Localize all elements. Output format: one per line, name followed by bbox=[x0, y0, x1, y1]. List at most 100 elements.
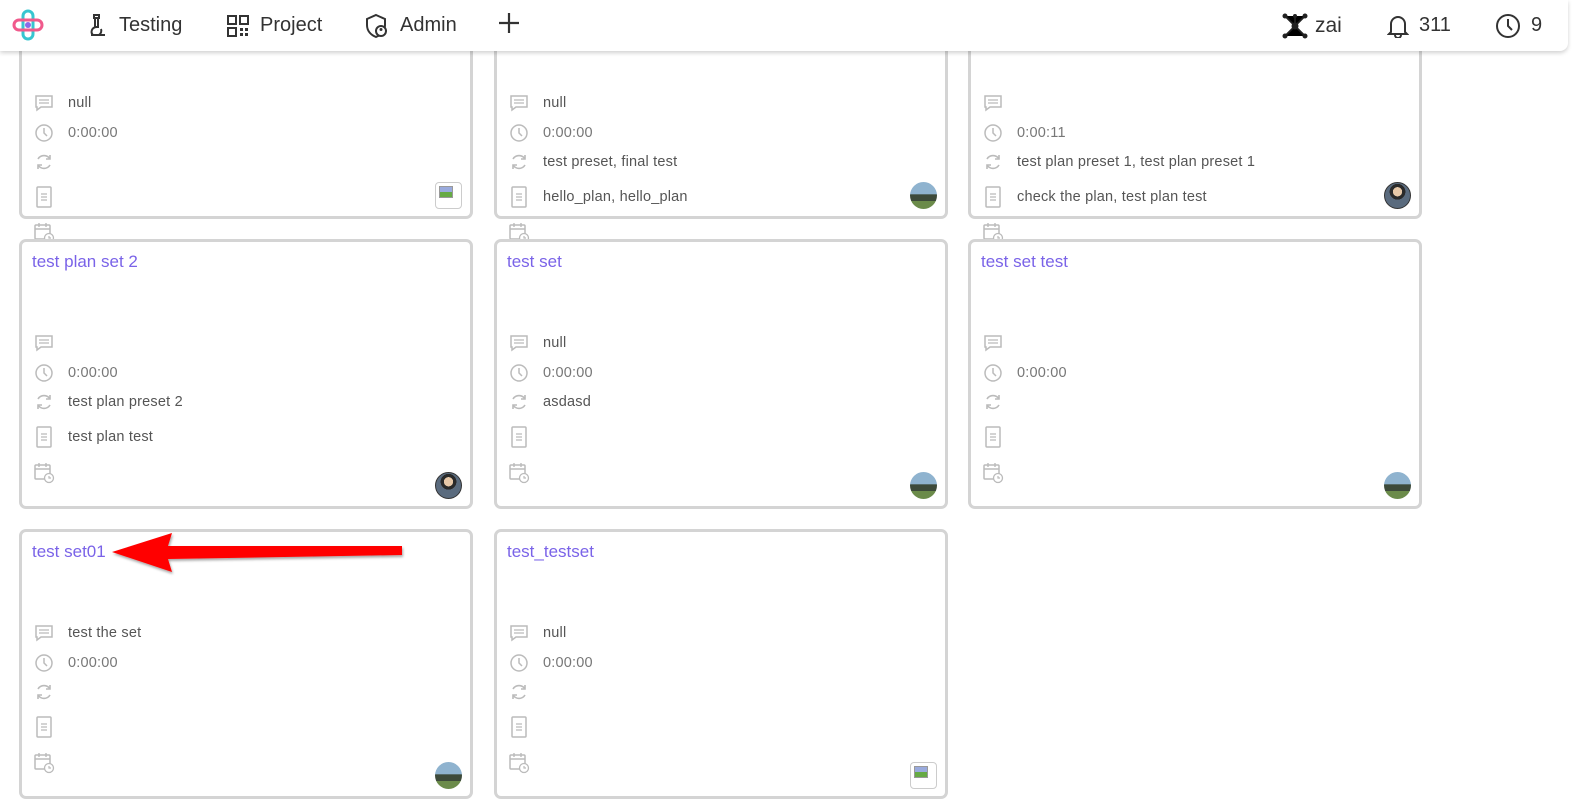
test-set-card[interactable]: test set test 0:00:00 bbox=[968, 239, 1422, 509]
description-row: null bbox=[507, 622, 566, 644]
notifications-count: 311 bbox=[1419, 14, 1451, 36]
nav-admin[interactable]: Admin bbox=[364, 0, 457, 51]
description-row: test the set bbox=[32, 622, 141, 644]
network-icon bbox=[1282, 13, 1308, 38]
timers-button[interactable]: 9 bbox=[1495, 0, 1542, 51]
nav-project[interactable]: Project bbox=[226, 0, 322, 51]
presets-row bbox=[507, 681, 543, 703]
duration-row-text: 0:00:00 bbox=[543, 365, 593, 381]
sync-icon bbox=[37, 154, 51, 170]
duration-clock-icon bbox=[510, 654, 528, 672]
plans-row: hello_plan, hello_plan bbox=[507, 186, 688, 208]
test-set-card[interactable]: test_testsetnull 0:00:00 bbox=[494, 529, 948, 799]
nav-project-label: Project bbox=[260, 14, 323, 36]
presets-row: test plan preset 1, test plan preset 1 bbox=[981, 151, 1255, 173]
duration-row-icon-wrap bbox=[32, 122, 56, 144]
plans-row bbox=[507, 426, 543, 448]
test-set-title[interactable]: test_testset bbox=[507, 542, 594, 562]
nav-testing-label: Testing bbox=[119, 14, 183, 36]
test-set-card[interactable]: test plan set 2 0:00:00 test plan preset 2… bbox=[19, 239, 473, 509]
schedule-row bbox=[32, 752, 56, 774]
test-set-title[interactable]: test plan set 2 bbox=[32, 252, 138, 272]
description-row-icon-wrap bbox=[507, 332, 531, 354]
description-row-icon-wrap bbox=[981, 332, 1005, 354]
document-icon bbox=[36, 426, 52, 448]
sync-icon bbox=[986, 394, 1000, 410]
duration-row: 0:00:11 bbox=[981, 122, 1066, 144]
document-icon bbox=[985, 426, 1001, 448]
sync-icon bbox=[512, 394, 526, 410]
nav-testing[interactable]: Testing bbox=[85, 0, 182, 51]
description-row-icon-wrap bbox=[507, 92, 531, 114]
description-row-text: null bbox=[543, 95, 567, 111]
presets-row-icon-wrap bbox=[507, 151, 531, 173]
sync-icon bbox=[512, 154, 526, 170]
owner-avatar[interactable] bbox=[1384, 182, 1411, 209]
description-row-text: null bbox=[543, 625, 567, 641]
description-row-icon-wrap bbox=[32, 92, 56, 114]
document-icon bbox=[985, 186, 1001, 208]
duration-row-icon-wrap bbox=[507, 362, 531, 384]
duration-row: 0:00:00 bbox=[32, 122, 118, 144]
description-row-text: test the set bbox=[68, 625, 142, 641]
duration-row-text: 0:00:00 bbox=[68, 125, 118, 141]
calendar-clock-icon bbox=[34, 463, 55, 484]
presets-row-text: test preset, final test bbox=[543, 154, 678, 170]
sync-icon bbox=[512, 684, 526, 700]
presets-row-icon-wrap bbox=[507, 391, 531, 413]
owner-avatar[interactable] bbox=[910, 762, 937, 789]
calendar-clock-icon bbox=[983, 463, 1004, 484]
duration-row-text: 0:00:00 bbox=[543, 125, 593, 141]
plans-row-icon-wrap bbox=[507, 716, 531, 738]
presets-row: asdasd bbox=[507, 391, 591, 413]
duration-row-icon-wrap bbox=[32, 362, 56, 384]
document-icon bbox=[511, 186, 527, 208]
schedule-row-icon-wrap bbox=[32, 752, 56, 774]
owner-avatar[interactable] bbox=[435, 182, 462, 209]
owner-avatar[interactable] bbox=[1384, 472, 1411, 499]
plans-row-icon-wrap bbox=[507, 426, 531, 448]
notifications-button[interactable]: 311 bbox=[1387, 0, 1451, 51]
duration-row-icon-wrap bbox=[507, 122, 531, 144]
plans-row: test plan test bbox=[32, 426, 153, 448]
presets-row: test preset, final test bbox=[507, 151, 677, 173]
description-row bbox=[981, 332, 1017, 354]
plans-row bbox=[32, 186, 68, 208]
presets-row-icon-wrap bbox=[32, 391, 56, 413]
sync-icon bbox=[37, 684, 51, 700]
owner-avatar[interactable] bbox=[435, 762, 462, 789]
owner-avatar[interactable] bbox=[910, 182, 937, 209]
plans-row-icon-wrap bbox=[507, 186, 531, 208]
shield-user-icon bbox=[366, 13, 387, 38]
user-menu[interactable]: zai bbox=[1281, 0, 1342, 51]
top-navigation-bar: Testing Project Admin zai 311 9 bbox=[0, 0, 1568, 51]
scrollbar-track[interactable] bbox=[1568, 0, 1595, 811]
add-button[interactable] bbox=[498, 12, 520, 38]
schedule-row-icon-wrap bbox=[507, 462, 531, 484]
description-row bbox=[32, 332, 68, 354]
test-set-title[interactable]: test set test bbox=[981, 252, 1068, 272]
test-set-title[interactable]: test set bbox=[507, 252, 562, 272]
presets-row: test plan preset 2 bbox=[32, 391, 183, 413]
schedule-row bbox=[507, 752, 531, 774]
test-set-card[interactable]: test set null 0:00:00 asdasd bbox=[494, 239, 948, 509]
app-logo-icon[interactable] bbox=[12, 9, 44, 41]
owner-avatar[interactable] bbox=[910, 472, 937, 499]
plans-row bbox=[32, 716, 68, 738]
comment-icon bbox=[984, 335, 1002, 352]
owner-avatar[interactable] bbox=[435, 472, 462, 499]
calendar-clock-icon bbox=[34, 753, 55, 774]
document-icon bbox=[36, 186, 52, 208]
duration-row: 0:00:00 bbox=[507, 362, 593, 384]
sync-icon bbox=[37, 394, 51, 410]
schedule-row-icon-wrap bbox=[507, 752, 531, 774]
comment-icon bbox=[35, 95, 53, 112]
schedule-row bbox=[981, 462, 1005, 484]
plans-row-icon-wrap bbox=[32, 426, 56, 448]
duration-row-text: 0:00:00 bbox=[68, 365, 118, 381]
duration-row-text: 0:00:00 bbox=[543, 655, 593, 671]
plans-row bbox=[507, 716, 543, 738]
schedule-row-icon-wrap bbox=[981, 462, 1005, 484]
test-set-title[interactable]: test set01 bbox=[32, 542, 106, 562]
duration-row-icon-wrap bbox=[981, 362, 1005, 384]
